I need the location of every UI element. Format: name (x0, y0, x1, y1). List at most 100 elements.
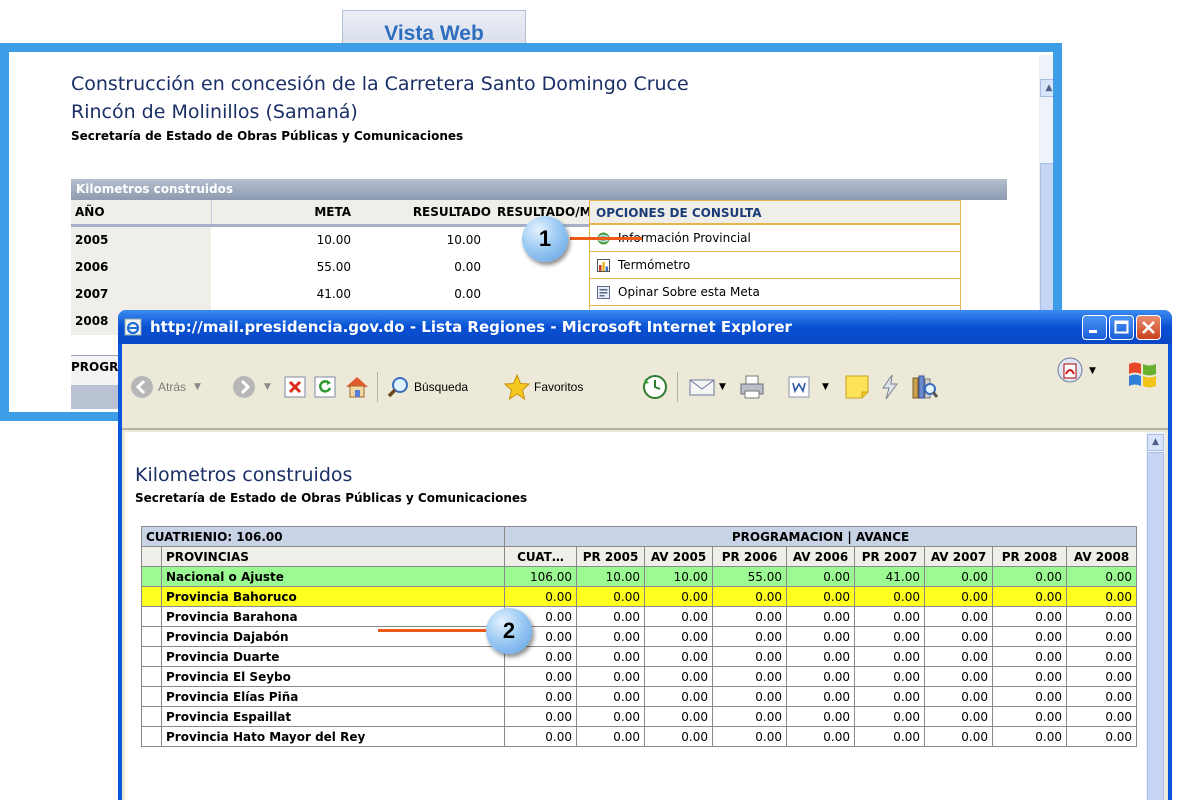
value-cell: 0.00 (854, 606, 925, 627)
home-button[interactable] (344, 374, 370, 400)
value-cell: 0.00 (854, 586, 925, 607)
column-header[interactable]: CUAT… (504, 546, 577, 567)
value-cell: 0.00 (504, 726, 577, 747)
table-row[interactable]: Provincia Bahoruco 0.00 0.00 0.00 0.00 0.00 0.… (141, 586, 1138, 607)
column-header[interactable]: AV 2005 (644, 546, 713, 567)
column-header[interactable]: AV 2006 (786, 546, 855, 567)
value-cell: 0.00 (854, 666, 925, 687)
forward-dropdown-icon[interactable]: ▼ (264, 382, 271, 392)
discuss-button[interactable] (844, 374, 870, 400)
meta-cell: 10.00 (316, 233, 351, 247)
research-button[interactable] (910, 374, 938, 400)
research-books-icon (912, 375, 938, 399)
vista-web-label: Vista Web (384, 21, 484, 45)
value-cell: 0.00 (786, 726, 855, 747)
value-cell: 0.00 (1065, 606, 1138, 627)
province-name[interactable]: Nacional o Ajuste (161, 566, 505, 587)
windows-logo (1126, 362, 1160, 388)
table-row[interactable]: Provincia Duarte 0.00 0.00 0.00 0.00 0.00 0.00… (141, 646, 1138, 667)
scroll-thumb[interactable] (1147, 452, 1164, 800)
option-informacion-provincial[interactable]: Información Provincial (590, 225, 960, 252)
callout-badge-1: 1 (522, 216, 568, 262)
mail-dropdown-icon[interactable]: ▼ (719, 382, 726, 392)
value-cell: 0.00 (644, 686, 713, 707)
minimize-button[interactable] (1082, 315, 1107, 340)
value-cell: 0.00 (644, 646, 713, 667)
forward-button[interactable]: ▼ (232, 374, 271, 400)
column-header[interactable]: PR 2006 (712, 546, 787, 567)
value-cell: 0.00 (644, 626, 713, 647)
value-cell: 0.00 (576, 686, 645, 707)
edit-dropdown-icon[interactable]: ▼ (822, 382, 829, 392)
edit-word-button[interactable]: ▼ (786, 374, 829, 400)
province-name[interactable]: Provincia El Seybo (161, 666, 505, 687)
value-cell: 0.00 (924, 626, 993, 647)
value-cell: 0.00 (712, 646, 787, 667)
scroll-up-arrow-icon[interactable]: ▲ (1147, 434, 1164, 451)
year-cell: 2006 (71, 254, 211, 281)
stop-button[interactable] (284, 374, 306, 400)
table-row[interactable]: Provincia Dajabón 0.00 0.00 0.00 0.00 0.00 0.0… (141, 626, 1138, 647)
value-cell: 0.00 (924, 646, 993, 667)
value-cell: 0.00 (576, 706, 645, 727)
col-meta: META (314, 205, 351, 219)
option-opinar[interactable]: Opinar Sobre esta Meta (590, 279, 960, 306)
ie-titlebar[interactable]: http://mail.presidencia.gov.do - Lista R… (118, 310, 1172, 344)
option-termometro[interactable]: Termómetro (590, 252, 960, 279)
table-row[interactable]: Provincia Hato Mayor del Rey 0.00 0.00 0.00… (141, 726, 1138, 747)
print-button[interactable] (738, 374, 766, 400)
mail-button[interactable]: ▼ (688, 374, 726, 400)
column-header[interactable]: AV 2007 (924, 546, 993, 567)
column-header[interactable]: PR 2007 (854, 546, 925, 567)
value-cell: 0.00 (1065, 706, 1138, 727)
row-marker (141, 686, 162, 707)
value-cell: 0.00 (712, 686, 787, 707)
value-cell: 55.00 (712, 566, 787, 587)
pdf-dropdown-icon[interactable]: ▼ (1089, 366, 1096, 376)
column-header[interactable]: PR 2008 (992, 546, 1067, 567)
home-icon (346, 377, 368, 398)
back-dropdown-icon[interactable]: ▼ (194, 382, 201, 392)
refresh-button[interactable] (314, 374, 336, 400)
province-name[interactable]: Provincia Elías Piña (161, 686, 505, 707)
value-cell: 0.00 (786, 566, 855, 587)
ie-client-area: Atrás ▼ ▼ Búsqueda Favoritos ▼ ▼ ▼ Kilom… (122, 344, 1168, 800)
history-button[interactable] (642, 374, 668, 400)
messenger-button[interactable] (878, 374, 902, 400)
table-row[interactable]: Provincia Elías Piña 0.00 0.00 0.00 0.00 0.00… (141, 686, 1138, 707)
value-cell: 0.00 (854, 726, 925, 747)
adobe-pdf-button[interactable]: ▼ (1056, 357, 1096, 384)
value-cell: 0.00 (786, 686, 855, 707)
province-name[interactable]: Provincia Espaillat (161, 706, 505, 727)
column-header[interactable]: AV 2008 (1065, 546, 1138, 567)
province-name[interactable]: Provincia Bahoruco (161, 586, 505, 607)
table-row[interactable]: Provincia El Seybo 0.00 0.00 0.00 0.00 0.00 0.… (141, 666, 1138, 687)
table-row[interactable]: Nacional o Ajuste 106.00 10.00 10.00 55.00 0.… (141, 566, 1138, 587)
column-header[interactable]: PR 2005 (576, 546, 645, 567)
search-button[interactable]: Búsqueda (386, 374, 468, 400)
province-name[interactable]: Provincia Duarte (161, 646, 505, 667)
value-cell: 0.00 (924, 606, 993, 627)
value-cell: 0.00 (504, 706, 577, 727)
table-row[interactable]: Provincia Espaillat 0.00 0.00 0.00 0.00 0.00 0… (141, 706, 1138, 727)
province-name[interactable]: Provincia Barahona (161, 606, 505, 627)
mail-icon (689, 379, 715, 396)
table-row[interactable]: Provincia Barahona 0.00 0.00 0.00 0.00 0.00 0.… (141, 606, 1138, 627)
close-button[interactable] (1136, 315, 1161, 340)
value-cell: 0.00 (992, 626, 1067, 647)
regions-table: CUATRIENIO: 106.00 PROGRAMACION | AVANCE… (141, 526, 1138, 747)
value-cell: 0.00 (712, 666, 787, 687)
ie-scrollbar[interactable]: ▲ (1146, 432, 1165, 800)
value-cell: 0.00 (992, 566, 1067, 587)
maximize-button[interactable] (1109, 315, 1134, 340)
value-cell: 0.00 (712, 726, 787, 747)
province-name[interactable]: Provincia Hato Mayor del Rey (161, 726, 505, 747)
back-button[interactable]: Atrás ▼ (130, 374, 201, 400)
favorites-button[interactable]: Favoritos (504, 374, 583, 400)
value-cell: 0.00 (786, 586, 855, 607)
scroll-up-arrow-icon[interactable]: ▲ (1040, 79, 1053, 97)
value-cell: 0.00 (712, 586, 787, 607)
row-marker (141, 666, 162, 687)
value-cell: 0.00 (854, 646, 925, 667)
close-icon (1142, 321, 1155, 334)
